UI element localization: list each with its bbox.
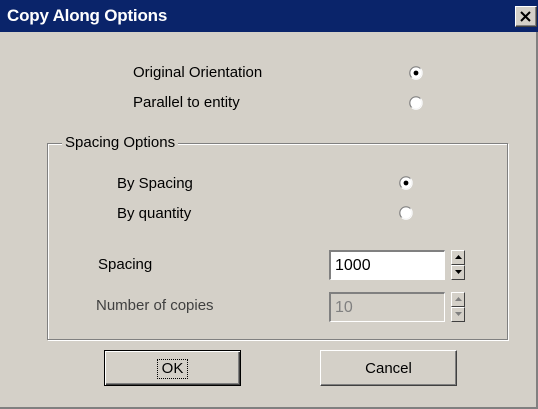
- arrow-up-icon: [455, 255, 462, 259]
- ok-button[interactable]: OK: [104, 350, 241, 386]
- spacing-input[interactable]: [329, 250, 445, 280]
- window-title: Copy Along Options: [7, 6, 168, 25]
- spacing-label: Spacing: [98, 256, 153, 273]
- radio-by-spacing[interactable]: [399, 176, 413, 190]
- arrow-down-icon: [455, 312, 462, 316]
- copies-spinner[interactable]: [451, 292, 465, 322]
- title-bar[interactable]: Copy Along Options: [0, 0, 538, 32]
- number-of-copies-label: Number of copies: [96, 297, 214, 314]
- copies-spin-up-button[interactable]: [451, 292, 465, 307]
- arrow-up-icon: [455, 297, 462, 301]
- spacing-spin-up-button[interactable]: [451, 250, 465, 265]
- radio-parallel-to-entity[interactable]: [409, 96, 423, 110]
- radio-label-parallel-to-entity: Parallel to entity: [133, 94, 240, 111]
- radio-label-by-quantity: By quantity: [117, 205, 192, 222]
- cancel-button-label: Cancel: [365, 360, 412, 377]
- radio-by-quantity[interactable]: [399, 206, 413, 220]
- cancel-button[interactable]: Cancel: [320, 350, 457, 386]
- ok-button-label: OK: [156, 359, 189, 379]
- spacing-spinner[interactable]: [451, 250, 465, 280]
- spacing-options-legend: Spacing Options: [62, 134, 179, 152]
- copies-spin-down-button[interactable]: [451, 307, 465, 322]
- number-of-copies-input[interactable]: [329, 292, 445, 322]
- spacing-spin-down-button[interactable]: [451, 265, 465, 280]
- copy-along-options-dialog: Copy Along Options Original Orientation …: [0, 0, 538, 409]
- radio-label-by-spacing: By Spacing: [117, 175, 193, 192]
- close-icon: [520, 11, 531, 22]
- radio-original-orientation[interactable]: [409, 66, 423, 80]
- close-button[interactable]: [515, 6, 537, 27]
- radio-label-original-orientation: Original Orientation: [133, 64, 263, 81]
- arrow-down-icon: [455, 270, 462, 274]
